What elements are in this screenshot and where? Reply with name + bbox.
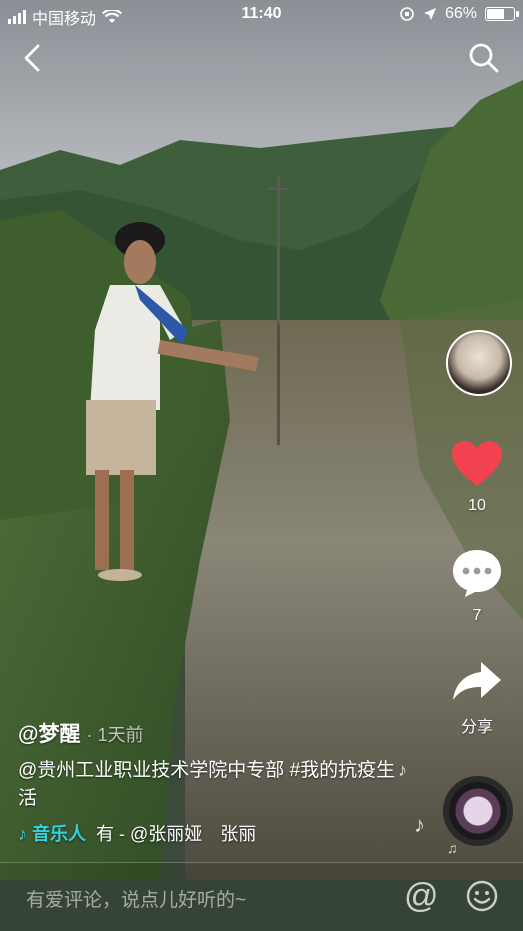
battery-percent: 66% — [444, 5, 477, 22]
music-title: 有 - @张丽娅 张丽 — [96, 824, 257, 844]
music-note-icon: ♪ — [18, 824, 27, 844]
search-button[interactable] — [466, 40, 502, 76]
share-button[interactable]: 分享 — [441, 660, 513, 737]
music-creator-label: ♪ 音乐人 — [18, 824, 87, 844]
music-disc[interactable] — [443, 776, 513, 846]
music-note-icon: ♫ — [447, 840, 458, 856]
back-arrow-icon — [24, 44, 40, 72]
status-bar: 中国移动 11:40 66% — [0, 0, 523, 30]
battery-level — [487, 9, 504, 19]
comment-input[interactable]: 有爱评论，说点儿好听的~ — [26, 885, 246, 912]
share-label: 分享 — [460, 719, 493, 736]
emoji-icon[interactable] — [466, 880, 498, 912]
author-name[interactable]: @梦醒 — [18, 723, 80, 746]
post-description: @贵州工业职业技术学院中专部 #我的抗疫生活 — [18, 760, 396, 809]
comment-bar: 有爱评论，说点儿好听的~ @ — [0, 862, 523, 931]
mention-button[interactable]: @ — [404, 877, 439, 916]
like-count: 10 — [468, 497, 486, 514]
comment-button[interactable]: 7 — [441, 548, 513, 625]
music-note-icon: ♪ — [398, 760, 407, 780]
like-button[interactable]: 10 — [441, 440, 513, 515]
music-line[interactable]: ♪ 音乐人 有 - @张丽娅 张丽 — [18, 820, 418, 846]
heart-icon — [452, 441, 502, 486]
back-button[interactable] — [14, 40, 50, 76]
author-avatar[interactable] — [446, 330, 512, 396]
orientation-lock-icon — [400, 7, 414, 21]
location-icon — [423, 8, 436, 20]
comment-count: 7 — [472, 607, 482, 624]
post-time: · 1天前 — [86, 725, 144, 745]
author-line: @梦醒 · 1天前 — [18, 718, 418, 748]
share-arrow-icon — [453, 662, 501, 700]
battery-icon — [485, 7, 519, 21]
search-icon — [469, 43, 499, 73]
comment-bubble-icon — [453, 550, 501, 597]
